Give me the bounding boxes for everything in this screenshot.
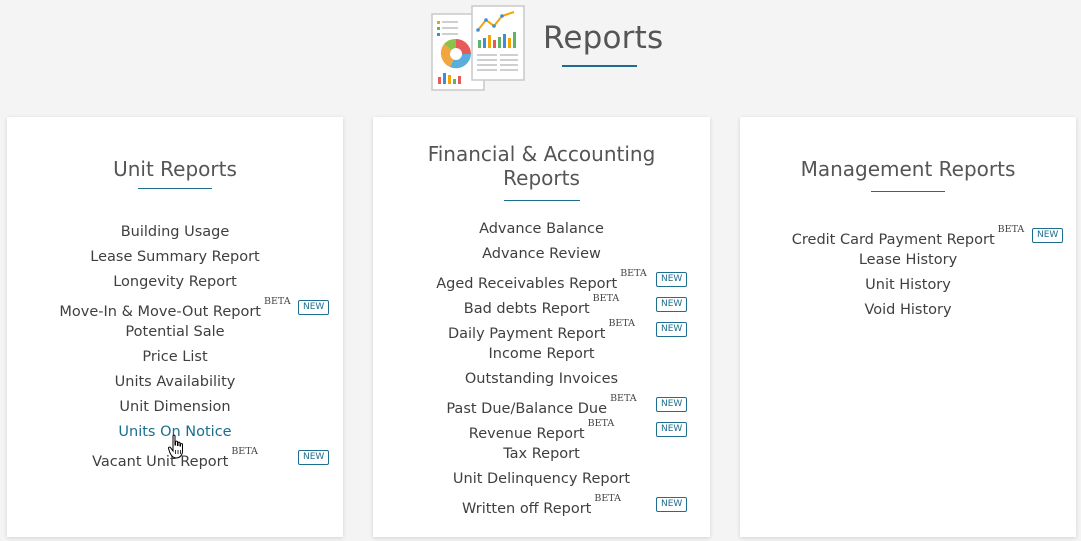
new-badge[interactable]: NEW <box>298 300 330 315</box>
report-link-label: Revenue Report <box>468 425 585 442</box>
new-badge[interactable]: NEW <box>656 397 688 412</box>
card-title-line: Management Reports <box>800 157 1016 181</box>
card-title-underline <box>138 188 212 189</box>
report-link[interactable]: Move-In & Move-Out ReportBETA <box>7 295 343 320</box>
report-link[interactable]: Unit Delinquency Report <box>373 467 710 492</box>
unit-reports-card: Unit Reports Building Usage Lease Summary … <box>7 117 343 537</box>
report-link-label: Unit History <box>865 277 951 293</box>
beta-tag: BETA <box>997 224 1025 235</box>
report-link[interactable]: Advance Review <box>373 242 710 267</box>
report-link-label: Longevity Report <box>113 274 237 290</box>
title-underline <box>562 65 637 67</box>
report-link[interactable]: Lease History <box>740 248 1076 273</box>
report-link[interactable]: Advance Balance <box>373 217 710 242</box>
report-link[interactable]: Lease Summary Report <box>7 245 343 270</box>
financial-reports-card: Financial & Accounting Reports Advance Bal… <box>373 117 710 537</box>
beta-tag: BETA <box>594 493 621 504</box>
beta-tag: BETA <box>231 446 258 457</box>
report-link-label: Lease Summary Report <box>90 249 260 265</box>
report-link-label: Past Due/Balance Due <box>446 400 608 417</box>
report-link[interactable]: Income Report <box>373 342 710 367</box>
report-link-label: Units Availability <box>114 374 236 390</box>
report-link[interactable]: Credit Card Payment ReportBETA <box>740 223 1076 248</box>
card-title-line: Unit Reports <box>113 157 237 181</box>
report-link-label: Building Usage <box>120 224 230 240</box>
report-link-label: Advance Balance <box>479 221 604 237</box>
beta-tag: BETA <box>592 293 620 304</box>
report-link[interactable]: Potential Sale <box>7 320 343 345</box>
report-link-label: Move-In & Move-Out Report <box>59 303 261 320</box>
report-link-label: Income Report <box>488 346 595 362</box>
report-link[interactable]: Unit History <box>740 273 1076 298</box>
report-link-label: Vacant Unit Report <box>92 453 229 470</box>
card-title-underline <box>871 191 945 192</box>
report-link-label: Tax Report <box>503 446 580 462</box>
card-title-line: Reports <box>503 166 580 190</box>
report-link-label: Advance Review <box>482 246 601 262</box>
report-link[interactable]: Units Availability <box>7 370 343 395</box>
beta-tag: BETA <box>608 318 636 329</box>
page-title: Reports <box>543 20 664 56</box>
card-title-underline <box>504 200 580 201</box>
report-link-label: Credit Card Payment Report <box>791 231 995 248</box>
hand-pointer-cursor <box>168 434 183 459</box>
beta-tag: BETA <box>620 268 647 279</box>
card-title: Unit Reports <box>7 157 343 181</box>
report-link[interactable]: Outstanding Invoices <box>373 367 710 392</box>
card-title-line: Financial & Accounting <box>427 142 656 166</box>
new-badge[interactable]: NEW <box>656 497 688 512</box>
beta-tag: BETA <box>264 296 291 307</box>
new-badge[interactable]: NEW <box>298 450 330 465</box>
report-link[interactable]: Unit Dimension <box>7 395 343 420</box>
report-link[interactable]: Building Usage <box>7 220 343 245</box>
report-link-label: Outstanding Invoices <box>464 371 619 387</box>
page-header: Reports <box>0 0 1081 110</box>
new-badge[interactable]: NEW <box>656 297 688 312</box>
card-title: Financial & Accounting Reports <box>373 142 710 190</box>
report-link-label: Unit Dimension <box>119 399 231 415</box>
report-link-label: Daily Payment Report <box>447 325 606 342</box>
report-link-label: Price List <box>142 349 208 365</box>
report-link-label: Written off Report <box>462 500 592 517</box>
reports-charts-icon <box>431 5 525 91</box>
report-link[interactable]: Price List <box>7 345 343 370</box>
report-link[interactable]: Longevity Report <box>7 270 343 295</box>
report-link-label: Void History <box>864 302 952 318</box>
report-link-label: Aged Receivables Report <box>436 275 618 292</box>
report-link-label: Bad debts Report <box>463 300 590 317</box>
new-badge[interactable]: NEW <box>656 322 688 337</box>
beta-tag: BETA <box>587 418 615 429</box>
report-link-label: Lease History <box>858 252 958 268</box>
new-badge[interactable]: NEW <box>1032 228 1064 243</box>
new-badge[interactable]: NEW <box>656 422 688 437</box>
card-title: Management Reports <box>740 157 1076 181</box>
report-link-label: Potential Sale <box>125 324 225 340</box>
report-link-label: Unit Delinquency Report <box>452 471 631 487</box>
management-reports-card: Management Reports Credit Card Payment Re… <box>740 117 1076 537</box>
report-link[interactable]: Tax Report <box>373 442 710 467</box>
new-badge[interactable]: NEW <box>656 272 688 287</box>
report-link[interactable]: Void History <box>740 298 1076 323</box>
beta-tag: BETA <box>610 393 637 404</box>
